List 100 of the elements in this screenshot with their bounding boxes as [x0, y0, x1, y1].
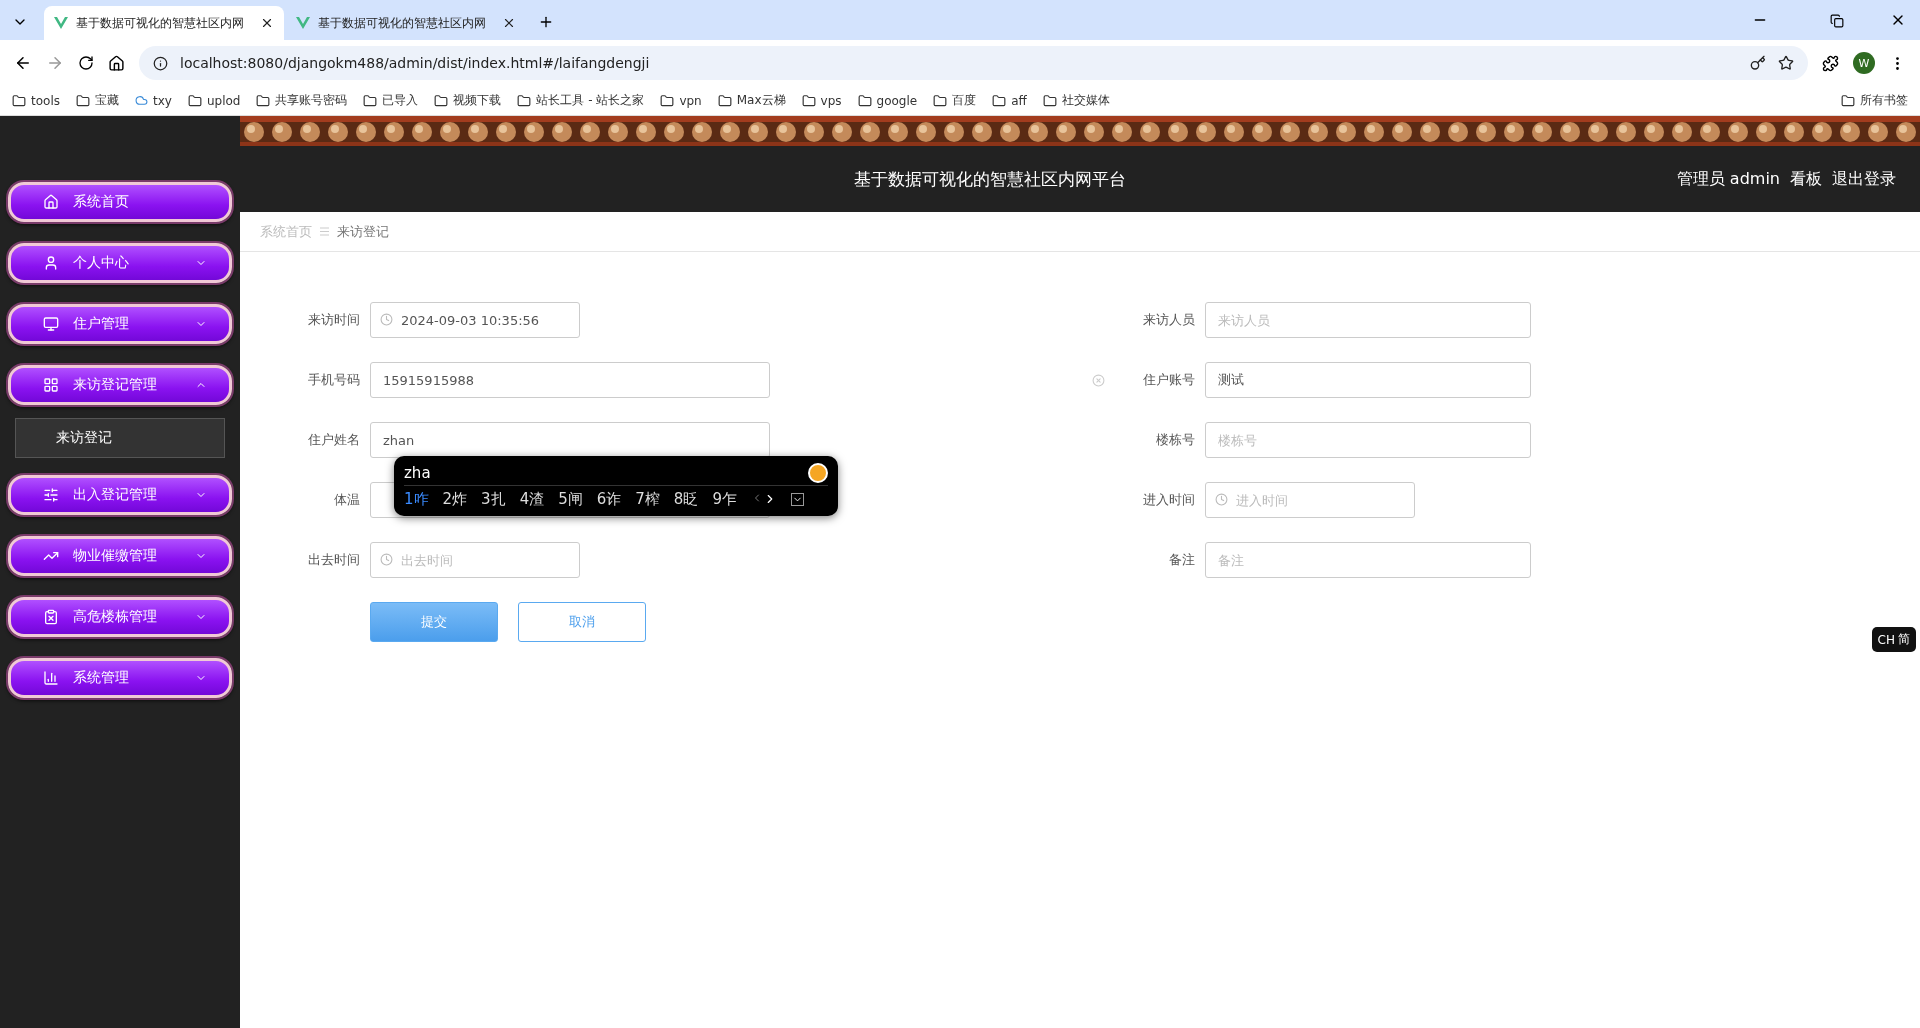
folder-icon: [857, 93, 872, 108]
home-icon[interactable]: [108, 54, 125, 72]
ime-candidate[interactable]: 6诈: [596, 489, 622, 509]
ime-candidate[interactable]: 9乍: [712, 489, 737, 509]
field-label: 手机号码: [307, 371, 360, 389]
folder-icon: [801, 93, 816, 108]
input-field[interactable]: zhan: [370, 422, 770, 458]
folder-icon: [660, 93, 675, 108]
sidebar-item[interactable]: 住户管理: [8, 304, 232, 344]
clock-icon: [380, 553, 393, 566]
bookmark[interactable]: aff: [992, 93, 1027, 108]
v-logo-icon: [296, 16, 310, 30]
field-label: 楼栋号: [1155, 431, 1195, 449]
close-icon[interactable]: [260, 16, 274, 30]
bookmark[interactable]: 视频下载: [434, 92, 502, 109]
star-icon[interactable]: [1778, 55, 1794, 71]
sidebar-item[interactable]: 物业催缴管理: [8, 536, 232, 576]
folder-icon: [76, 93, 90, 108]
reload-icon[interactable]: [78, 55, 94, 71]
bookmark[interactable]: 社交媒体: [1042, 92, 1110, 109]
browser-tab[interactable]: 基于数据可视化的智慧社区内网: [286, 6, 526, 40]
expand-icon[interactable]: [790, 492, 804, 506]
bookmark[interactable]: 百度: [933, 92, 977, 109]
sidebar-item[interactable]: 来访登记管理: [8, 365, 232, 405]
separator-icon: [320, 227, 329, 236]
header-link[interactable]: 退出登录: [1832, 168, 1896, 190]
input-field[interactable]: 来访人员: [1205, 302, 1531, 338]
menu-item-icon: [43, 670, 59, 686]
ime-mode-badge[interactable]: CH 简: [1871, 627, 1916, 652]
header-link[interactable]: 看板: [1790, 168, 1822, 190]
field-label: 住户姓名: [307, 431, 360, 449]
field-label: 体温: [333, 491, 360, 509]
field-label: 进入时间: [1142, 491, 1195, 509]
bookmark[interactable]: 已导入: [363, 92, 419, 109]
sidebar-item[interactable]: 出入登记管理: [8, 475, 232, 515]
menu-item-icon: [43, 255, 59, 271]
folder-icon: [434, 93, 449, 108]
field-label: 来访人员: [1142, 311, 1195, 329]
bookmark[interactable]: tools: [12, 93, 60, 108]
input-field[interactable]: 测试: [1205, 362, 1531, 398]
browser-tab[interactable]: 基于数据可视化的智慧社区内网: [44, 6, 284, 40]
ime-candidate[interactable]: 3扎: [481, 489, 506, 509]
folder-icon: [12, 93, 26, 108]
back-icon[interactable]: [14, 54, 32, 72]
input-field[interactable]: 备注: [1205, 542, 1531, 578]
bookmark[interactable]: vps: [801, 93, 842, 108]
sidebar-item[interactable]: 高危楼栋管理: [8, 597, 232, 637]
page-title: 基于数据可视化的智慧社区内网平台: [853, 167, 1128, 191]
key-icon[interactable]: [1750, 55, 1766, 71]
ime-logo-icon: [808, 462, 828, 483]
ime-candidate[interactable]: 4渣: [519, 489, 545, 509]
cloud-icon: [135, 94, 148, 107]
profile-avatar[interactable]: W: [1853, 52, 1875, 74]
bookmark[interactable]: 站长工具 - 站长之家: [517, 92, 645, 109]
bookmark[interactable]: 共享账号密码: [256, 92, 348, 109]
address-bar[interactable]: localhost:8080/djangokm488/admin/dist/index.html#/laifangdengji: [139, 46, 1808, 80]
bookmark[interactable]: Max云梯: [717, 92, 786, 109]
menu-item-icon: [43, 316, 59, 332]
bookmark[interactable]: google: [857, 93, 918, 108]
folder-icon: [517, 93, 532, 108]
ime-candidate[interactable]: 5闸: [558, 489, 583, 509]
folder-icon: [256, 93, 271, 108]
date-field[interactable]: 2024-09-03 10:35:56: [370, 302, 580, 338]
menu-item-icon: [43, 609, 59, 625]
folder-icon: [363, 93, 378, 108]
sidebar-item[interactable]: 系统管理: [8, 658, 232, 698]
close-icon[interactable]: [502, 16, 516, 30]
input-field[interactable]: 15915915988: [370, 362, 770, 398]
folder-icon: [717, 93, 732, 108]
input-field[interactable]: 楼栋号: [1205, 422, 1531, 458]
date-field[interactable]: 出去时间: [370, 542, 580, 578]
sidebar-item[interactable]: 个人中心: [8, 243, 232, 283]
bookmark[interactable]: vpn: [660, 93, 702, 108]
menu-item-icon: [43, 377, 59, 393]
menu-item-icon: [43, 194, 59, 210]
date-field[interactable]: 进入时间: [1205, 482, 1415, 518]
sidebar-item[interactable]: 系统首页: [8, 182, 232, 222]
extensions-icon[interactable]: [1822, 54, 1839, 72]
ime-candidate[interactable]: 2炸: [442, 489, 468, 509]
folder-icon: [187, 93, 202, 108]
forward-icon[interactable]: [46, 54, 64, 72]
folder-icon: [1841, 93, 1855, 108]
folder-icon: [933, 93, 948, 108]
submenu-item[interactable]: 来访登记: [15, 418, 225, 458]
ime-candidate[interactable]: 7榨: [635, 489, 660, 509]
bookmark[interactable]: txy: [135, 93, 172, 108]
info-icon: [153, 55, 168, 71]
ime-composition: zha: [404, 463, 431, 482]
folder-icon: [1042, 93, 1057, 108]
ime-candidate[interactable]: 1咋: [404, 489, 429, 509]
bookmark[interactable]: 所有书签: [1841, 92, 1908, 109]
field-label: 备注: [1168, 551, 1195, 569]
restore-icon[interactable]: [1830, 14, 1844, 28]
field-label: 来访时间: [307, 311, 360, 329]
bookmark[interactable]: uplod: [187, 93, 241, 108]
user-label: 管理员 admin: [1676, 168, 1780, 190]
ime-candidate[interactable]: 8眨: [673, 489, 699, 509]
new-tab-icon[interactable]: [538, 14, 554, 30]
bookmark[interactable]: 宝藏: [76, 92, 119, 109]
field-label: 出去时间: [307, 551, 360, 569]
